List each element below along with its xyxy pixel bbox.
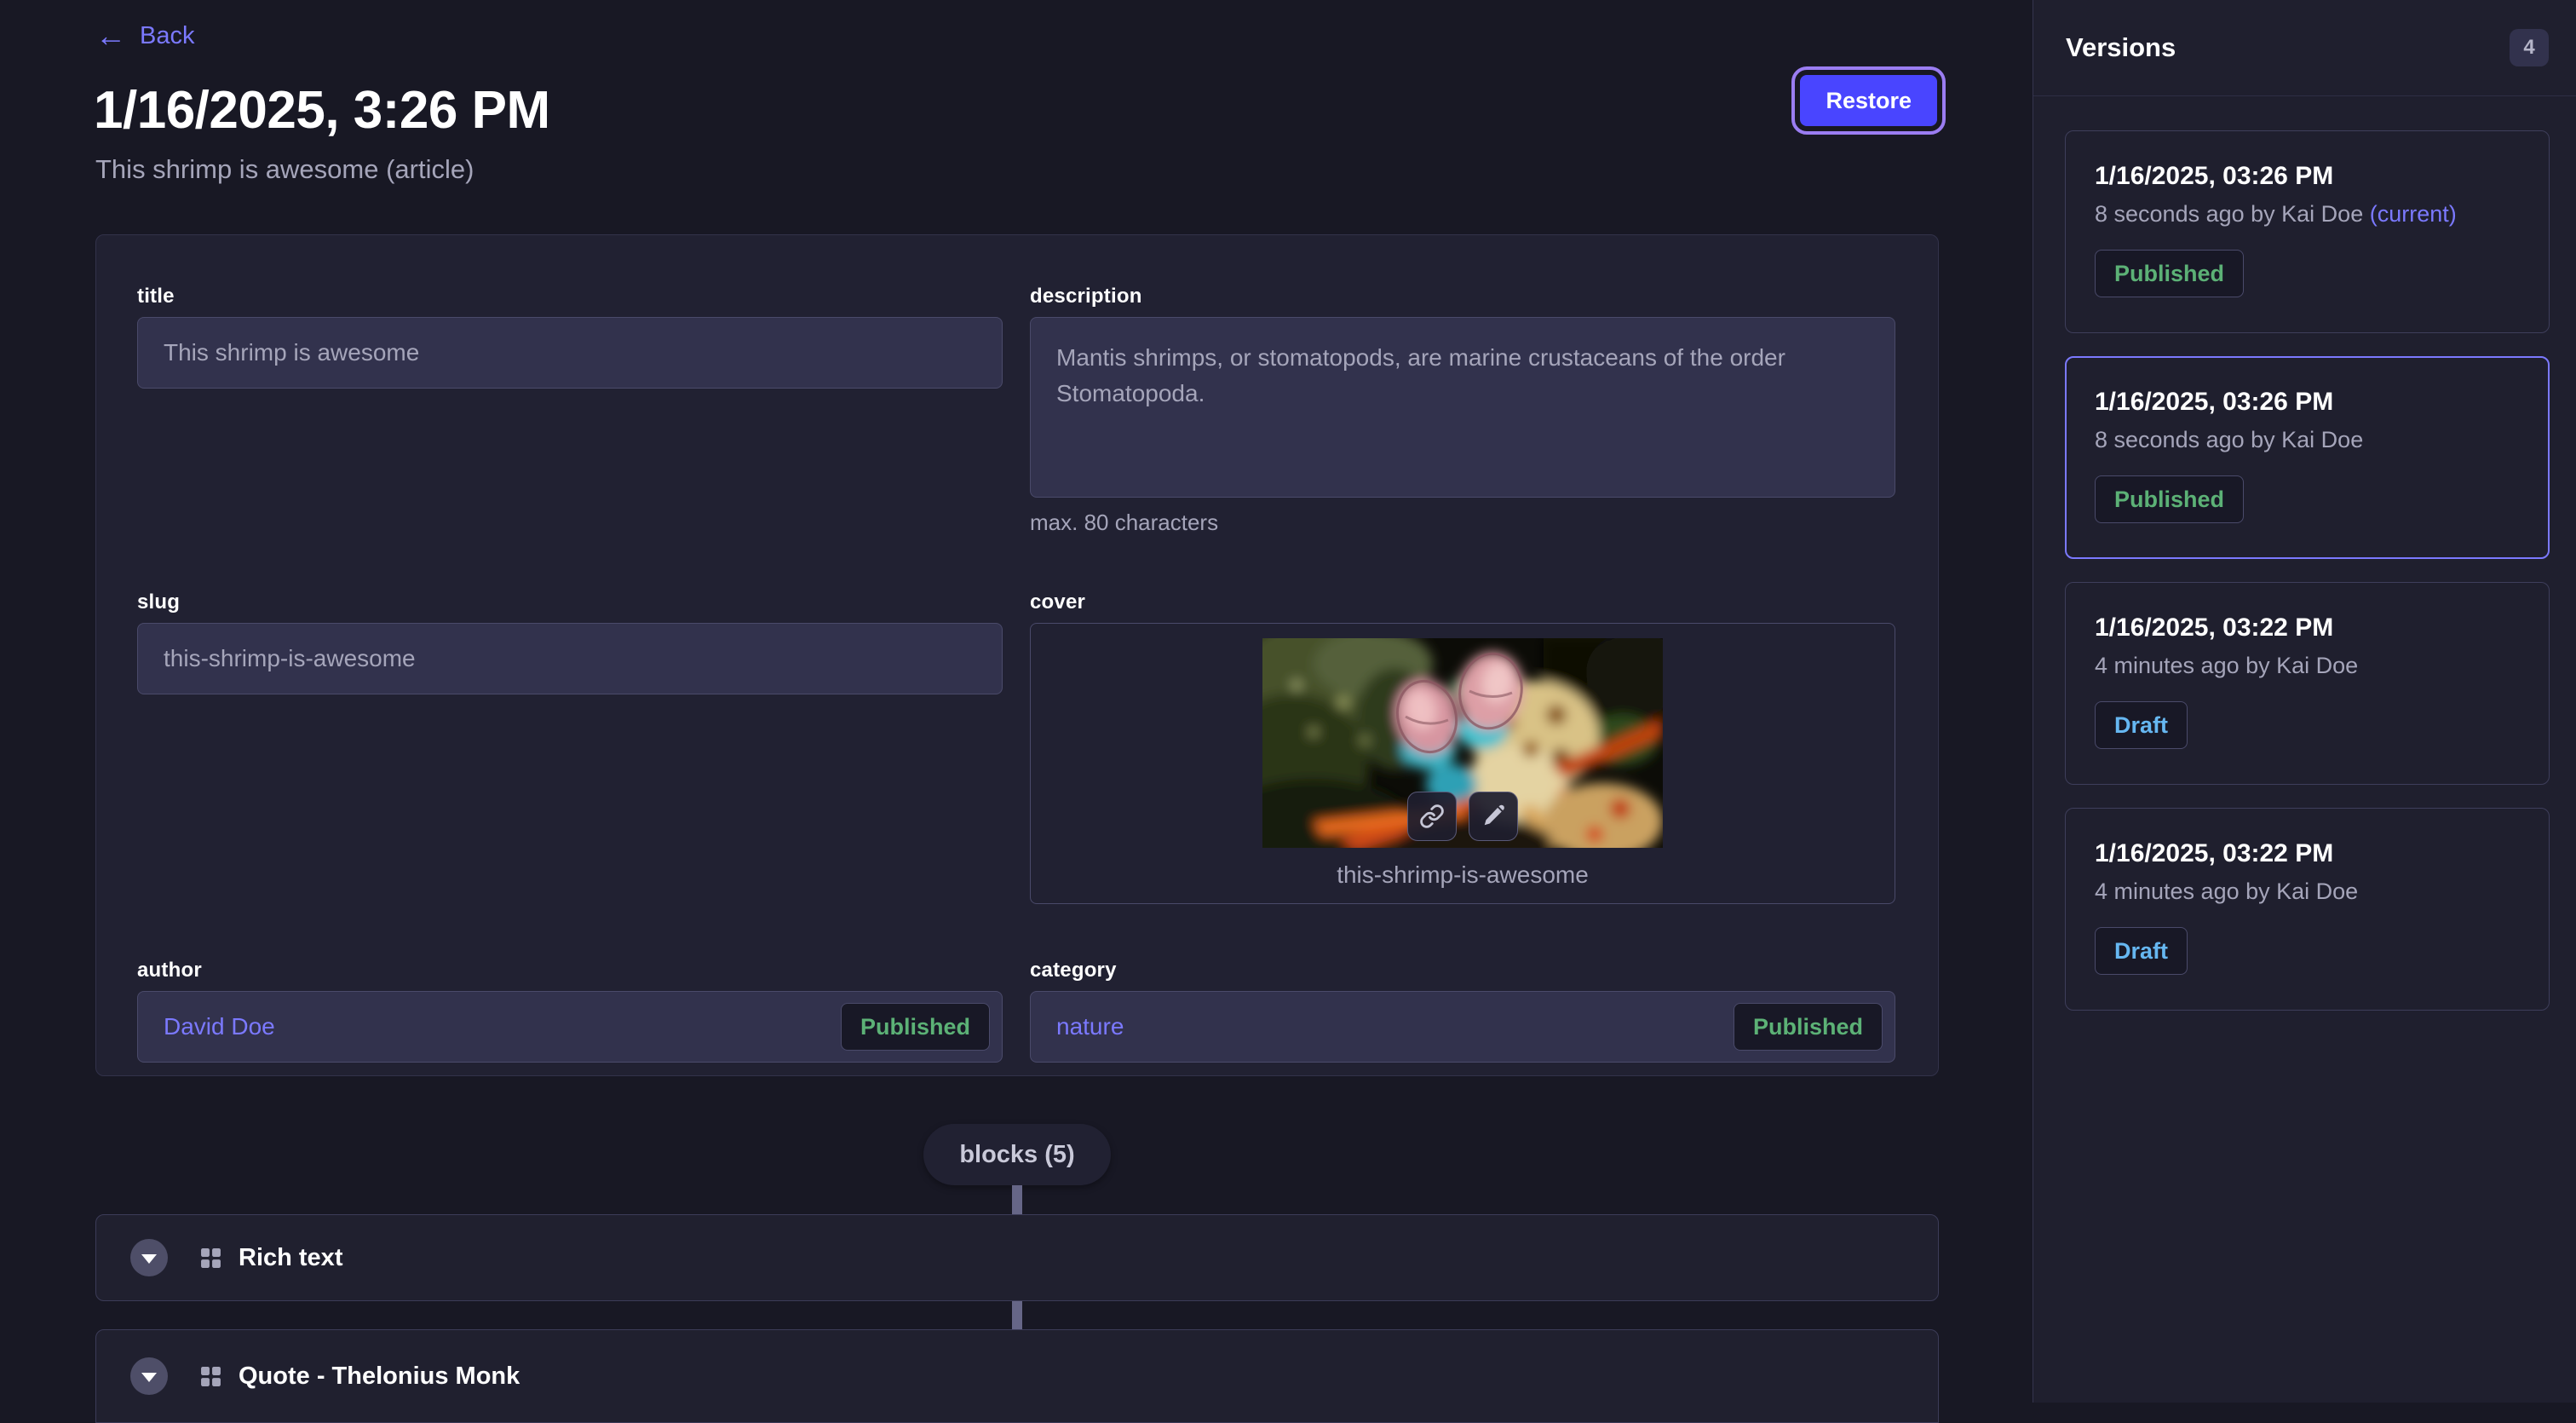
author-relation-box: David Doe Published xyxy=(137,991,1003,1063)
chevron-down-icon xyxy=(141,1373,157,1382)
versions-list: 1/16/2025, 03:26 PM 8 seconds ago by Kai… xyxy=(2033,96,2576,1011)
component-grid-icon xyxy=(200,1366,221,1387)
back-arrow-icon: ← xyxy=(95,20,126,51)
back-link[interactable]: Back xyxy=(140,22,194,50)
cover-caption: this-shrimp-is-awesome xyxy=(1337,861,1589,889)
version-current-label: (current) xyxy=(2370,201,2457,227)
version-meta: 4 minutes ago by Kai Doe xyxy=(2095,879,2520,905)
component-grid-icon xyxy=(200,1247,221,1269)
cover-image xyxy=(1262,638,1663,848)
cover-label: cover xyxy=(1030,591,1895,614)
version-time: 1/16/2025, 03:26 PM xyxy=(2095,162,2520,191)
chevron-down-icon xyxy=(141,1254,157,1264)
version-status-badge: Draft xyxy=(2095,701,2188,749)
version-meta: 8 seconds ago by Kai Doe xyxy=(2095,427,2520,453)
slug-input xyxy=(137,623,1003,694)
cover-image-actions xyxy=(1407,792,1518,841)
version-card[interactable]: 1/16/2025, 03:22 PM 4 minutes ago by Kai… xyxy=(2065,808,2550,1011)
category-relation-box: nature Published xyxy=(1030,991,1895,1063)
block-title: Quote - Thelonius Monk xyxy=(239,1363,520,1391)
field-description: description Mantis shrimps, or stomatopo… xyxy=(1030,285,1895,536)
versions-sidebar: Versions 4 1/16/2025, 03:26 PM 8 seconds… xyxy=(2033,0,2576,1403)
block-accordion-rich-text[interactable]: Rich text xyxy=(95,1214,1939,1301)
block-title: Rich text xyxy=(239,1244,342,1272)
block-connector-line xyxy=(1012,1301,1022,1329)
blocks-count-pill: blocks (5) xyxy=(923,1124,1110,1185)
title-label: title xyxy=(137,285,1003,308)
version-card-selected[interactable]: 1/16/2025, 03:26 PM 8 seconds ago by Kai… xyxy=(2065,356,2550,559)
field-category: category nature Published xyxy=(1030,959,1895,1063)
block-accordion-quote[interactable]: Quote - Thelonius Monk xyxy=(95,1329,1939,1423)
description-hint: max. 80 characters xyxy=(1030,510,1895,536)
category-label: category xyxy=(1030,959,1895,982)
description-textarea: Mantis shrimps, or stomatopods, are mari… xyxy=(1030,317,1895,498)
block-connector-line xyxy=(1012,1185,1022,1214)
title-input xyxy=(137,317,1003,389)
version-status-badge: Draft xyxy=(2095,927,2188,975)
versions-count-badge: 4 xyxy=(2510,29,2549,66)
field-title: title xyxy=(137,285,1003,389)
versions-heading: Versions xyxy=(2066,32,2176,63)
version-meta: 8 seconds ago by Kai Doe (current) xyxy=(2095,201,2520,228)
accordion-toggle-button[interactable] xyxy=(130,1357,168,1395)
field-slug: slug xyxy=(137,591,1003,694)
category-relation-link[interactable]: nature xyxy=(1056,1013,1124,1040)
accordion-toggle-button[interactable] xyxy=(130,1239,168,1276)
version-status-badge: Published xyxy=(2095,475,2244,523)
copy-link-button[interactable] xyxy=(1407,792,1457,841)
pencil-icon xyxy=(1481,804,1506,829)
versions-header: Versions 4 xyxy=(2033,0,2576,95)
author-relation-link[interactable]: David Doe xyxy=(164,1013,275,1040)
version-meta-text: 8 seconds ago by Kai Doe xyxy=(2095,201,2363,227)
version-time: 1/16/2025, 03:22 PM xyxy=(2095,839,2520,868)
version-status-badge: Published xyxy=(2095,250,2244,297)
author-label: author xyxy=(137,959,1003,982)
dynamic-zone-blocks: blocks (5) Rich text xyxy=(95,1076,1939,1423)
author-status-badge: Published xyxy=(841,1003,990,1051)
version-meta: 4 minutes ago by Kai Doe xyxy=(2095,653,2520,679)
main-content: ← Back 1/16/2025, 3:26 PM This shrimp is… xyxy=(0,0,2033,1403)
version-form-card: title description Mantis shrimps, or sto… xyxy=(95,234,1939,1076)
version-card[interactable]: 1/16/2025, 03:22 PM 4 minutes ago by Kai… xyxy=(2065,582,2550,785)
category-status-badge: Published xyxy=(1734,1003,1883,1051)
field-cover: cover xyxy=(1030,591,1895,904)
page-subtitle: This shrimp is awesome (article) xyxy=(95,154,2033,185)
version-card[interactable]: 1/16/2025, 03:26 PM 8 seconds ago by Kai… xyxy=(2065,130,2550,333)
restore-button[interactable]: Restore xyxy=(1800,75,1937,126)
description-label: description xyxy=(1030,285,1895,308)
breadcrumb: ← Back xyxy=(0,0,2033,51)
field-author: author David Doe Published xyxy=(137,959,1003,1063)
version-time: 1/16/2025, 03:26 PM xyxy=(2095,388,2520,417)
edit-media-button[interactable] xyxy=(1469,792,1518,841)
cover-media-box: this-shrimp-is-awesome xyxy=(1030,623,1895,904)
slug-label: slug xyxy=(137,591,1003,614)
link-icon xyxy=(1419,804,1445,829)
version-time: 1/16/2025, 03:22 PM xyxy=(2095,614,2520,642)
page-title: 1/16/2025, 3:26 PM xyxy=(94,80,2033,141)
